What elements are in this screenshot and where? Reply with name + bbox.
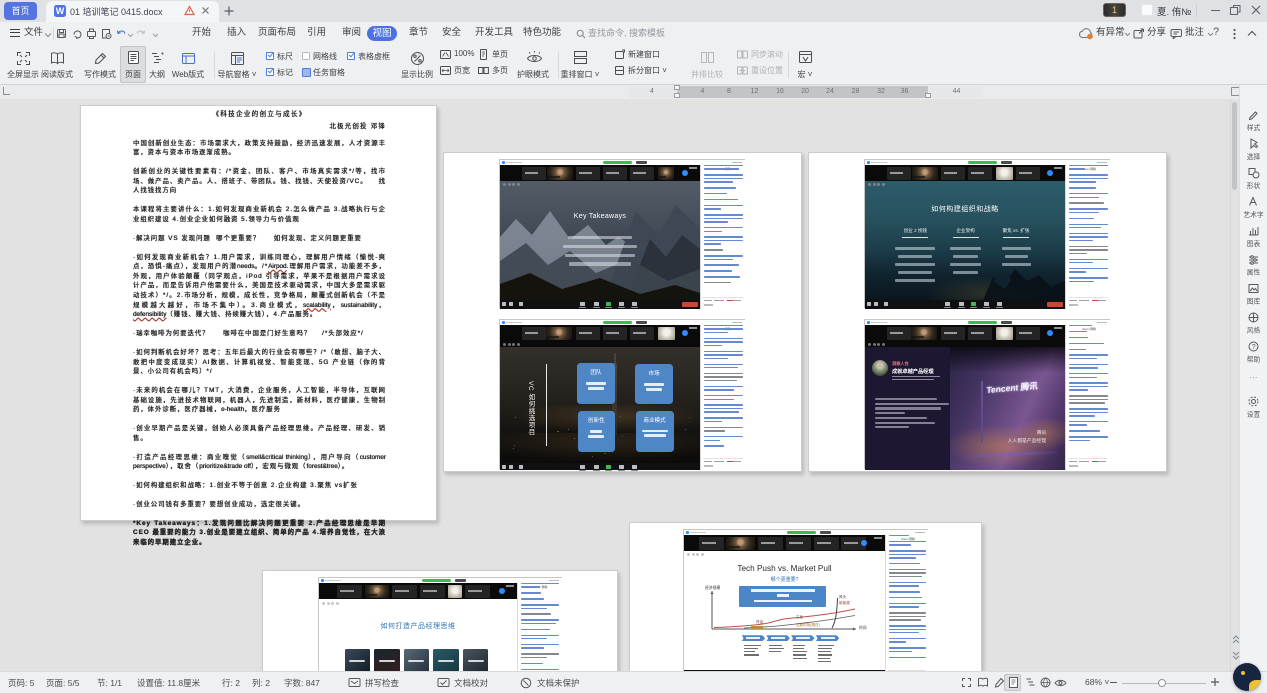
- svg-text:?: ?: [1252, 344, 1256, 351]
